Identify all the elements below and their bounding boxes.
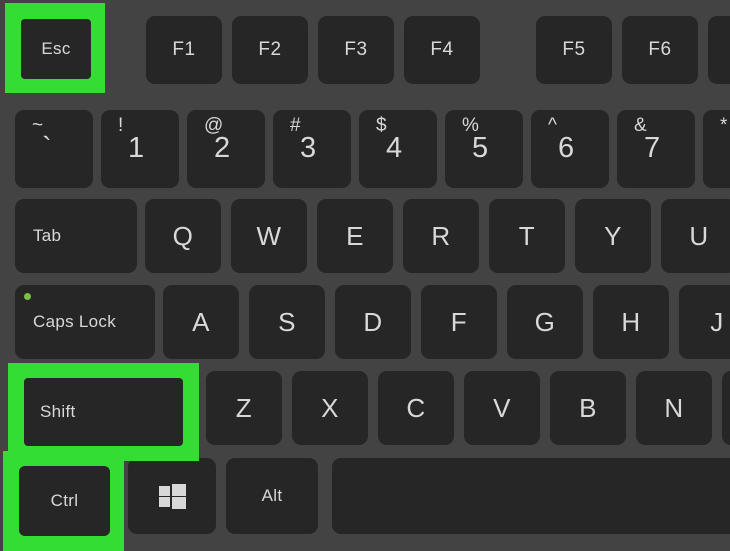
windows-logo-icon xyxy=(158,483,186,509)
key-g[interactable]: G xyxy=(507,285,583,359)
key-space[interactable] xyxy=(332,458,730,534)
key-2[interactable]: @ 2 xyxy=(187,110,265,188)
key-7[interactable]: & 7 xyxy=(617,110,695,188)
key-q[interactable]: Q xyxy=(145,199,221,273)
key-backtick[interactable]: ~ ` xyxy=(15,110,93,188)
key-8[interactable]: * 8 xyxy=(703,110,730,188)
keyboard: F1 F2 F3 F4 F5 F6 Esc ~ ` ! 1 @ 2 # 3 $ … xyxy=(0,0,730,551)
key-f2[interactable]: F2 xyxy=(232,16,308,84)
key-m[interactable] xyxy=(722,371,730,445)
key-f1[interactable]: F1 xyxy=(146,16,222,84)
caps-lock-led-icon xyxy=(24,293,31,300)
key-f4[interactable]: F4 xyxy=(404,16,480,84)
key-windows[interactable] xyxy=(128,458,216,534)
key-c[interactable]: C xyxy=(378,371,454,445)
key-f6[interactable]: F6 xyxy=(622,16,698,84)
key-caps-lock-label: Caps Lock xyxy=(33,312,117,331)
key-6[interactable]: ^ 6 xyxy=(531,110,609,188)
key-w[interactable]: W xyxy=(231,199,307,273)
key-esc[interactable]: Esc xyxy=(21,19,91,79)
key-alt[interactable]: Alt xyxy=(226,458,318,534)
key-6-label: 6 xyxy=(558,132,575,164)
key-3[interactable]: # 3 xyxy=(273,110,351,188)
key-y[interactable]: Y xyxy=(575,199,651,273)
key-d[interactable]: D xyxy=(335,285,411,359)
key-n[interactable]: N xyxy=(636,371,712,445)
key-f5[interactable]: F5 xyxy=(536,16,612,84)
key-x[interactable]: X xyxy=(292,371,368,445)
highlight-shift: Shift xyxy=(8,363,199,461)
key-4-label: 4 xyxy=(386,132,403,164)
key-8-shifted-label: * xyxy=(720,115,728,136)
key-5-label: 5 xyxy=(472,132,489,164)
key-5[interactable]: % 5 xyxy=(445,110,523,188)
key-r[interactable]: R xyxy=(403,199,479,273)
key-f7[interactable] xyxy=(708,16,730,84)
key-tab[interactable]: Tab xyxy=(15,199,137,273)
key-u[interactable]: U xyxy=(661,199,730,273)
key-b[interactable]: B xyxy=(550,371,626,445)
key-f[interactable]: F xyxy=(421,285,497,359)
key-a[interactable]: A xyxy=(163,285,239,359)
key-1-label: 1 xyxy=(128,132,145,164)
key-1-shifted-label: ! xyxy=(118,115,124,136)
key-t[interactable]: T xyxy=(489,199,565,273)
key-z[interactable]: Z xyxy=(206,371,282,445)
key-1[interactable]: ! 1 xyxy=(101,110,179,188)
key-4[interactable]: $ 4 xyxy=(359,110,437,188)
key-v[interactable]: V xyxy=(464,371,540,445)
key-3-label: 3 xyxy=(300,132,317,164)
key-ctrl[interactable]: Ctrl xyxy=(19,466,110,536)
key-e[interactable]: E xyxy=(317,199,393,273)
key-h[interactable]: H xyxy=(593,285,669,359)
key-shift[interactable]: Shift xyxy=(24,378,183,446)
key-6-shifted-label: ^ xyxy=(548,115,558,136)
highlight-ctrl: Ctrl xyxy=(3,451,124,551)
key-2-label: 2 xyxy=(214,132,231,164)
key-backtick-label: ` xyxy=(42,132,53,164)
key-f3[interactable]: F3 xyxy=(318,16,394,84)
highlight-esc: Esc xyxy=(5,3,105,93)
key-s[interactable]: S xyxy=(249,285,325,359)
key-7-label: 7 xyxy=(644,132,661,164)
key-j[interactable]: J xyxy=(679,285,730,359)
key-caps-lock[interactable]: Caps Lock xyxy=(15,285,155,359)
